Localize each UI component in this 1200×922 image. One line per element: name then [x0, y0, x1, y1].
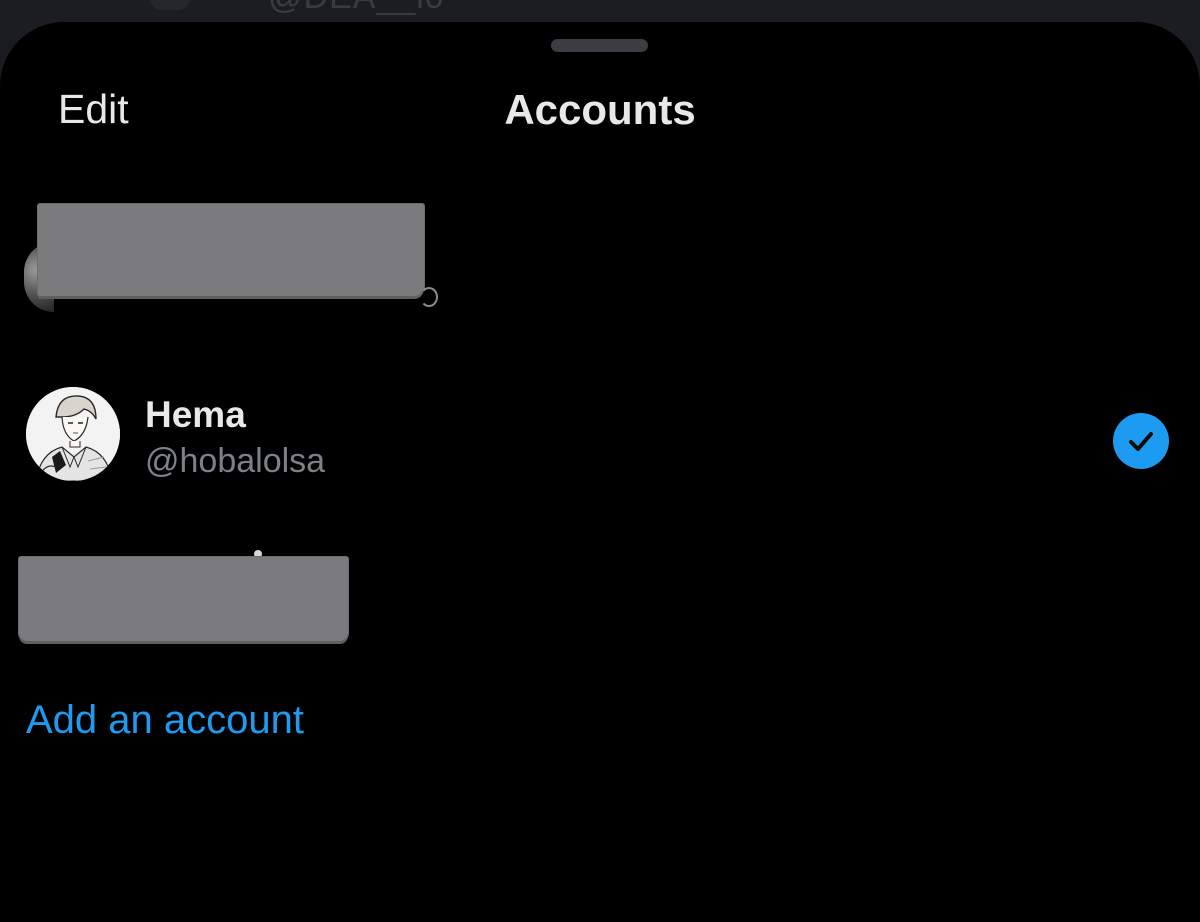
redaction-block [19, 557, 348, 641]
selected-checkmark-icon [1113, 413, 1169, 469]
account-handle: @hobalolsa [145, 442, 326, 480]
avatar [26, 387, 120, 481]
avatar-illustration-icon [26, 387, 120, 481]
redaction-block [38, 204, 424, 296]
account-row-hema[interactable]: Hema @hobalolsa [0, 352, 1200, 482]
redaction-overflow-fragment [420, 287, 438, 307]
account-row-redacted-1[interactable] [0, 192, 1200, 322]
accounts-bottom-sheet: Edit Accounts Hema @hobalolsa [0, 22, 1200, 922]
account-row-redacted-2[interactable] [0, 522, 1200, 641]
background-avatar-fragment [150, 0, 190, 10]
sheet-grabber-handle[interactable] [551, 39, 648, 52]
account-display-name: Hema [145, 394, 246, 435]
background-handle-text: @DEA__i0 [268, 0, 445, 17]
add-account-link[interactable]: Add an account [26, 698, 304, 743]
sheet-title: Accounts [504, 86, 696, 133]
